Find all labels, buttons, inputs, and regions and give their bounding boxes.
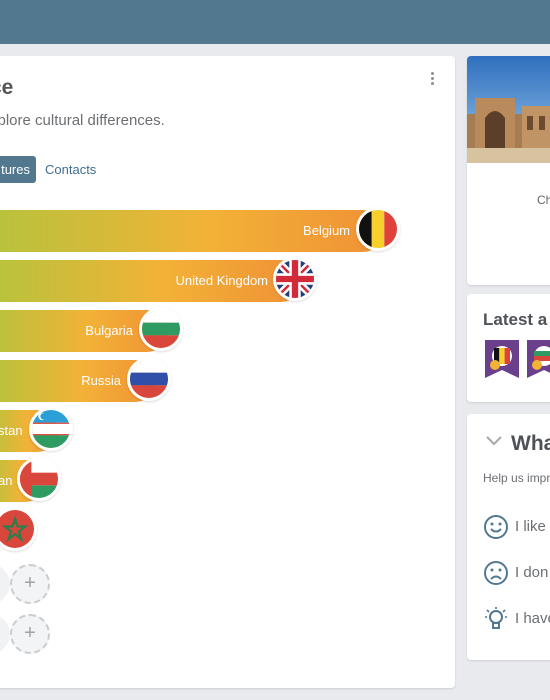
country-label: United Kingdom (175, 273, 269, 288)
feedback-card: Wha Help us impr I like I don I have (467, 414, 550, 660)
belgium-badge-icon[interactable] (483, 338, 521, 380)
chevron-down-icon[interactable] (485, 434, 503, 448)
empty-slot-bar (0, 564, 10, 604)
smile-icon (483, 514, 509, 540)
card-title: ce (0, 76, 14, 99)
country-label: an (0, 473, 13, 488)
photo-caption: Ch (537, 193, 550, 207)
feedback-option-text: I have (515, 610, 550, 627)
russia-flag-icon (127, 357, 171, 401)
destination-photo-card[interactable]: Ch (467, 56, 550, 285)
morocco-flag-icon (0, 507, 37, 551)
country-label: Belgium (303, 223, 350, 238)
feedback-option-dislike[interactable]: I don (483, 560, 550, 586)
oman-flag-icon (17, 457, 61, 501)
feedback-option-like[interactable]: I like (483, 514, 550, 540)
destination-photo (467, 56, 550, 163)
feedback-option-text: I like (515, 518, 546, 535)
achievements-title: Latest a (483, 310, 548, 329)
tab-cultures[interactable]: tures (0, 156, 36, 183)
latest-achievements-card: Latest a (467, 294, 550, 402)
empty-slot-bar (0, 614, 10, 654)
card-subtitle: xplore cultural differences. (0, 112, 165, 129)
uk-flag-icon (273, 257, 317, 301)
uzbekistan-flag-icon (29, 407, 73, 451)
country-label: Russia (81, 373, 121, 388)
tab-contacts[interactable]: Contacts (45, 156, 96, 183)
feedback-option-idea[interactable]: I have (483, 606, 550, 632)
bulgaria-flag-icon (139, 307, 183, 351)
add-country-button[interactable]: + (10, 564, 50, 604)
bulgaria-badge-icon[interactable] (525, 338, 550, 380)
lightbulb-icon (483, 606, 509, 632)
feedback-title: Wha (511, 432, 550, 455)
country-label: Bulgaria (85, 323, 133, 338)
belgium-flag-icon (356, 207, 400, 251)
feedback-option-text: I don (515, 564, 549, 581)
top-bar (0, 0, 550, 44)
feedback-subtitle: Help us impr (483, 471, 550, 485)
frown-icon (483, 560, 509, 586)
culture-compare-card: ce xplore cultural differences. tures Co… (0, 56, 455, 688)
add-country-button[interactable]: + (10, 614, 50, 654)
country-label: stan (0, 423, 23, 438)
more-options-icon[interactable] (427, 70, 437, 90)
